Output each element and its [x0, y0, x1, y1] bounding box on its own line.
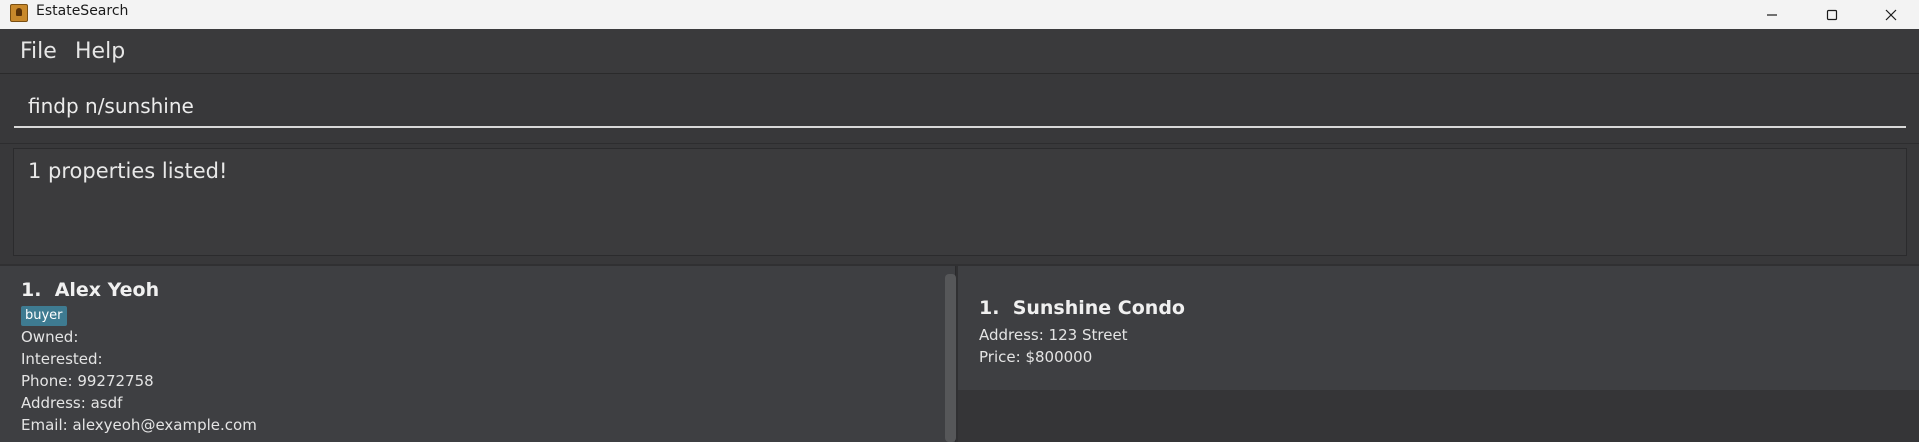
property-index: 1.	[979, 297, 1000, 319]
menu-file[interactable]: File	[20, 39, 57, 64]
app-icon	[10, 4, 28, 22]
command-input[interactable]	[14, 86, 1906, 128]
result-message: 1 properties listed!	[28, 159, 228, 183]
email-label: Email:	[21, 416, 68, 434]
list-panels: 1. Alex Yeoh buyer Owned: Interested: Ph…	[0, 264, 1919, 442]
person-name: Alex Yeoh	[54, 279, 160, 301]
minimize-icon	[1767, 13, 1777, 16]
close-icon	[1885, 9, 1897, 20]
person-address: Address: asdf	[21, 394, 122, 412]
property-price-label: Price:	[979, 348, 1021, 366]
phone-value: 99272758	[77, 372, 154, 390]
person-owned: Owned:	[21, 328, 79, 346]
property-title: 1. Sunshine Condo	[979, 297, 1185, 319]
property-price-value: $800000	[1025, 348, 1093, 366]
maximize-icon	[1826, 9, 1838, 20]
command-box	[0, 74, 1919, 144]
person-interested: Interested:	[21, 350, 103, 368]
property-address-value: 123 Street	[1048, 326, 1128, 344]
person-phone: Phone: 99272758	[21, 372, 154, 390]
person-title: 1. Alex Yeoh	[21, 279, 159, 301]
close-button[interactable]	[1868, 0, 1914, 29]
window-title: EstateSearch	[36, 3, 129, 19]
email-value: alexyeoh@example.com	[72, 416, 257, 434]
property-address: Address: 123 Street	[979, 326, 1128, 344]
person-list-scrollbar[interactable]	[945, 274, 956, 442]
property-name: Sunshine Condo	[1012, 297, 1185, 319]
person-tag: buyer	[21, 306, 67, 326]
address-label: Address:	[21, 394, 86, 412]
menu-help[interactable]: Help	[75, 39, 125, 64]
maximize-button[interactable]	[1809, 0, 1855, 29]
property-address-label: Address:	[979, 326, 1044, 344]
window-titlebar: EstateSearch	[0, 0, 1919, 29]
person-index: 1.	[21, 279, 42, 301]
person-list-panel[interactable]: 1. Alex Yeoh buyer Owned: Interested: Ph…	[0, 266, 956, 442]
property-price: Price: $800000	[979, 348, 1092, 366]
property-list-panel[interactable]: 1. Sunshine Condo Address: 123 Street Pr…	[958, 266, 1919, 442]
result-textarea[interactable]: 1 properties listed!	[13, 148, 1907, 256]
property-card[interactable]: 1. Sunshine Condo Address: 123 Street Pr…	[958, 266, 1919, 390]
result-display: 1 properties listed!	[0, 144, 1919, 264]
minimize-button[interactable]	[1749, 0, 1795, 29]
person-email: Email: alexyeoh@example.com	[21, 416, 257, 434]
menu-bar: File Help	[0, 29, 1919, 74]
address-value: asdf	[90, 394, 123, 412]
phone-label: Phone:	[21, 372, 73, 390]
